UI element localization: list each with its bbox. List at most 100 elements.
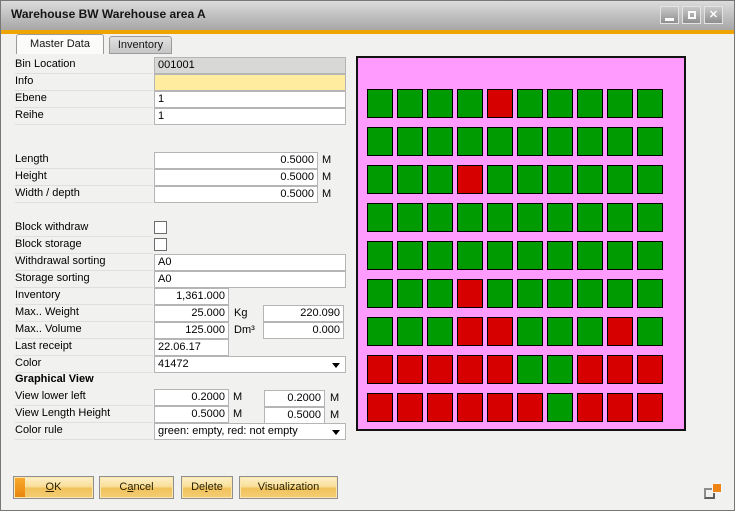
bin-cell-empty[interactable]	[457, 203, 483, 232]
delete-button[interactable]: Delete	[181, 476, 233, 499]
bin-cell-empty[interactable]	[517, 165, 543, 194]
bin-cell-empty[interactable]	[577, 127, 603, 156]
bin-cell-empty[interactable]	[367, 279, 393, 308]
bin-cell-empty[interactable]	[637, 203, 663, 232]
storage-sorting-field[interactable]: A0	[154, 271, 346, 288]
height-field[interactable]: 0.5000	[154, 169, 318, 186]
bin-cell-empty[interactable]	[637, 165, 663, 194]
block-storage-checkbox[interactable]	[154, 238, 167, 251]
bin-cell-occupied[interactable]	[517, 393, 543, 422]
bin-cell-empty[interactable]	[607, 127, 633, 156]
bin-cell-empty[interactable]	[547, 203, 573, 232]
close-button[interactable]: ✕	[704, 6, 723, 24]
inventory-field[interactable]: 1,361.000	[154, 288, 229, 305]
view-lower-left-x-field[interactable]: 0.2000	[154, 389, 229, 406]
color-dropdown[interactable]: 41472	[154, 356, 346, 373]
bin-cell-empty[interactable]	[577, 203, 603, 232]
bin-cell-empty[interactable]	[547, 317, 573, 346]
bin-cell-empty[interactable]	[397, 203, 423, 232]
bin-cell-empty[interactable]	[367, 165, 393, 194]
bin-cell-empty[interactable]	[577, 165, 603, 194]
bin-cell-empty[interactable]	[577, 279, 603, 308]
bin-cell-empty[interactable]	[427, 203, 453, 232]
bin-cell-empty[interactable]	[397, 317, 423, 346]
bin-cell-empty[interactable]	[547, 241, 573, 270]
minimize-button[interactable]	[660, 6, 679, 24]
width-depth-field[interactable]: 0.5000	[154, 186, 318, 203]
max-weight-field[interactable]: 25.000	[154, 305, 229, 322]
bin-cell-occupied[interactable]	[457, 165, 483, 194]
bin-cell-empty[interactable]	[457, 241, 483, 270]
tab-inventory[interactable]: Inventory	[109, 36, 172, 54]
bin-cell-empty[interactable]	[397, 279, 423, 308]
bin-cell-empty[interactable]	[487, 203, 513, 232]
bin-cell-occupied[interactable]	[367, 355, 393, 384]
bin-cell-empty[interactable]	[547, 393, 573, 422]
info-field[interactable]	[154, 74, 346, 91]
color-rule-dropdown[interactable]: green: empty, red: not empty	[154, 423, 346, 440]
bin-cell-empty[interactable]	[637, 241, 663, 270]
bin-cell-empty[interactable]	[367, 241, 393, 270]
bin-cell-empty[interactable]	[637, 89, 663, 118]
bin-cell-empty[interactable]	[487, 279, 513, 308]
bin-cell-occupied[interactable]	[577, 393, 603, 422]
bin-cell-empty[interactable]	[367, 203, 393, 232]
ok-button[interactable]: OK	[13, 476, 94, 499]
bin-cell-occupied[interactable]	[457, 317, 483, 346]
bin-cell-empty[interactable]	[607, 279, 633, 308]
bin-cell-empty[interactable]	[547, 89, 573, 118]
bin-cell-empty[interactable]	[547, 165, 573, 194]
bin-cell-empty[interactable]	[367, 317, 393, 346]
bin-cell-empty[interactable]	[607, 203, 633, 232]
bin-cell-empty[interactable]	[577, 317, 603, 346]
bin-cell-empty[interactable]	[427, 89, 453, 118]
bin-cell-occupied[interactable]	[457, 355, 483, 384]
bin-cell-empty[interactable]	[487, 241, 513, 270]
block-withdraw-checkbox[interactable]	[154, 221, 167, 234]
bin-cell-empty[interactable]	[547, 355, 573, 384]
bin-cell-empty[interactable]	[547, 279, 573, 308]
reihe-field[interactable]: 1	[154, 108, 346, 125]
bin-cell-empty[interactable]	[637, 279, 663, 308]
bin-cell-empty[interactable]	[547, 127, 573, 156]
last-receipt-field[interactable]: 22.06.17	[154, 339, 229, 356]
bin-cell-empty[interactable]	[577, 241, 603, 270]
bin-cell-empty[interactable]	[367, 89, 393, 118]
bin-cell-empty[interactable]	[577, 89, 603, 118]
ebene-field[interactable]: 1	[154, 91, 346, 108]
bin-cell-empty[interactable]	[487, 165, 513, 194]
bin-cell-empty[interactable]	[517, 355, 543, 384]
bin-cell-occupied[interactable]	[457, 393, 483, 422]
bin-cell-empty[interactable]	[427, 165, 453, 194]
bin-cell-occupied[interactable]	[637, 355, 663, 384]
bin-cell-empty[interactable]	[397, 241, 423, 270]
bin-cell-empty[interactable]	[427, 241, 453, 270]
bin-cell-empty[interactable]	[517, 317, 543, 346]
bin-cell-empty[interactable]	[427, 317, 453, 346]
bin-cell-empty[interactable]	[397, 165, 423, 194]
maximize-button[interactable]	[682, 6, 701, 24]
bin-cell-occupied[interactable]	[577, 355, 603, 384]
bin-cell-empty[interactable]	[517, 203, 543, 232]
bin-cell-occupied[interactable]	[487, 355, 513, 384]
bin-cell-occupied[interactable]	[607, 355, 633, 384]
bin-cell-empty[interactable]	[457, 89, 483, 118]
bin-cell-occupied[interactable]	[397, 393, 423, 422]
bin-cell-empty[interactable]	[487, 127, 513, 156]
bin-cell-empty[interactable]	[517, 279, 543, 308]
bin-cell-empty[interactable]	[427, 279, 453, 308]
max-volume-field[interactable]: 125.000	[154, 322, 229, 339]
bin-cell-empty[interactable]	[517, 89, 543, 118]
bin-cell-empty[interactable]	[607, 165, 633, 194]
bin-cell-empty[interactable]	[457, 127, 483, 156]
visualization-button[interactable]: Visualization	[239, 476, 338, 499]
cancel-button[interactable]: Cancel	[99, 476, 174, 499]
expand-form-icon[interactable]	[704, 483, 722, 500]
bin-cell-empty[interactable]	[397, 127, 423, 156]
bin-cell-empty[interactable]	[517, 127, 543, 156]
bin-cell-occupied[interactable]	[427, 393, 453, 422]
bin-cell-occupied[interactable]	[607, 393, 633, 422]
bin-cell-empty[interactable]	[427, 127, 453, 156]
bin-cell-occupied[interactable]	[607, 317, 633, 346]
bin-cell-occupied[interactable]	[487, 393, 513, 422]
